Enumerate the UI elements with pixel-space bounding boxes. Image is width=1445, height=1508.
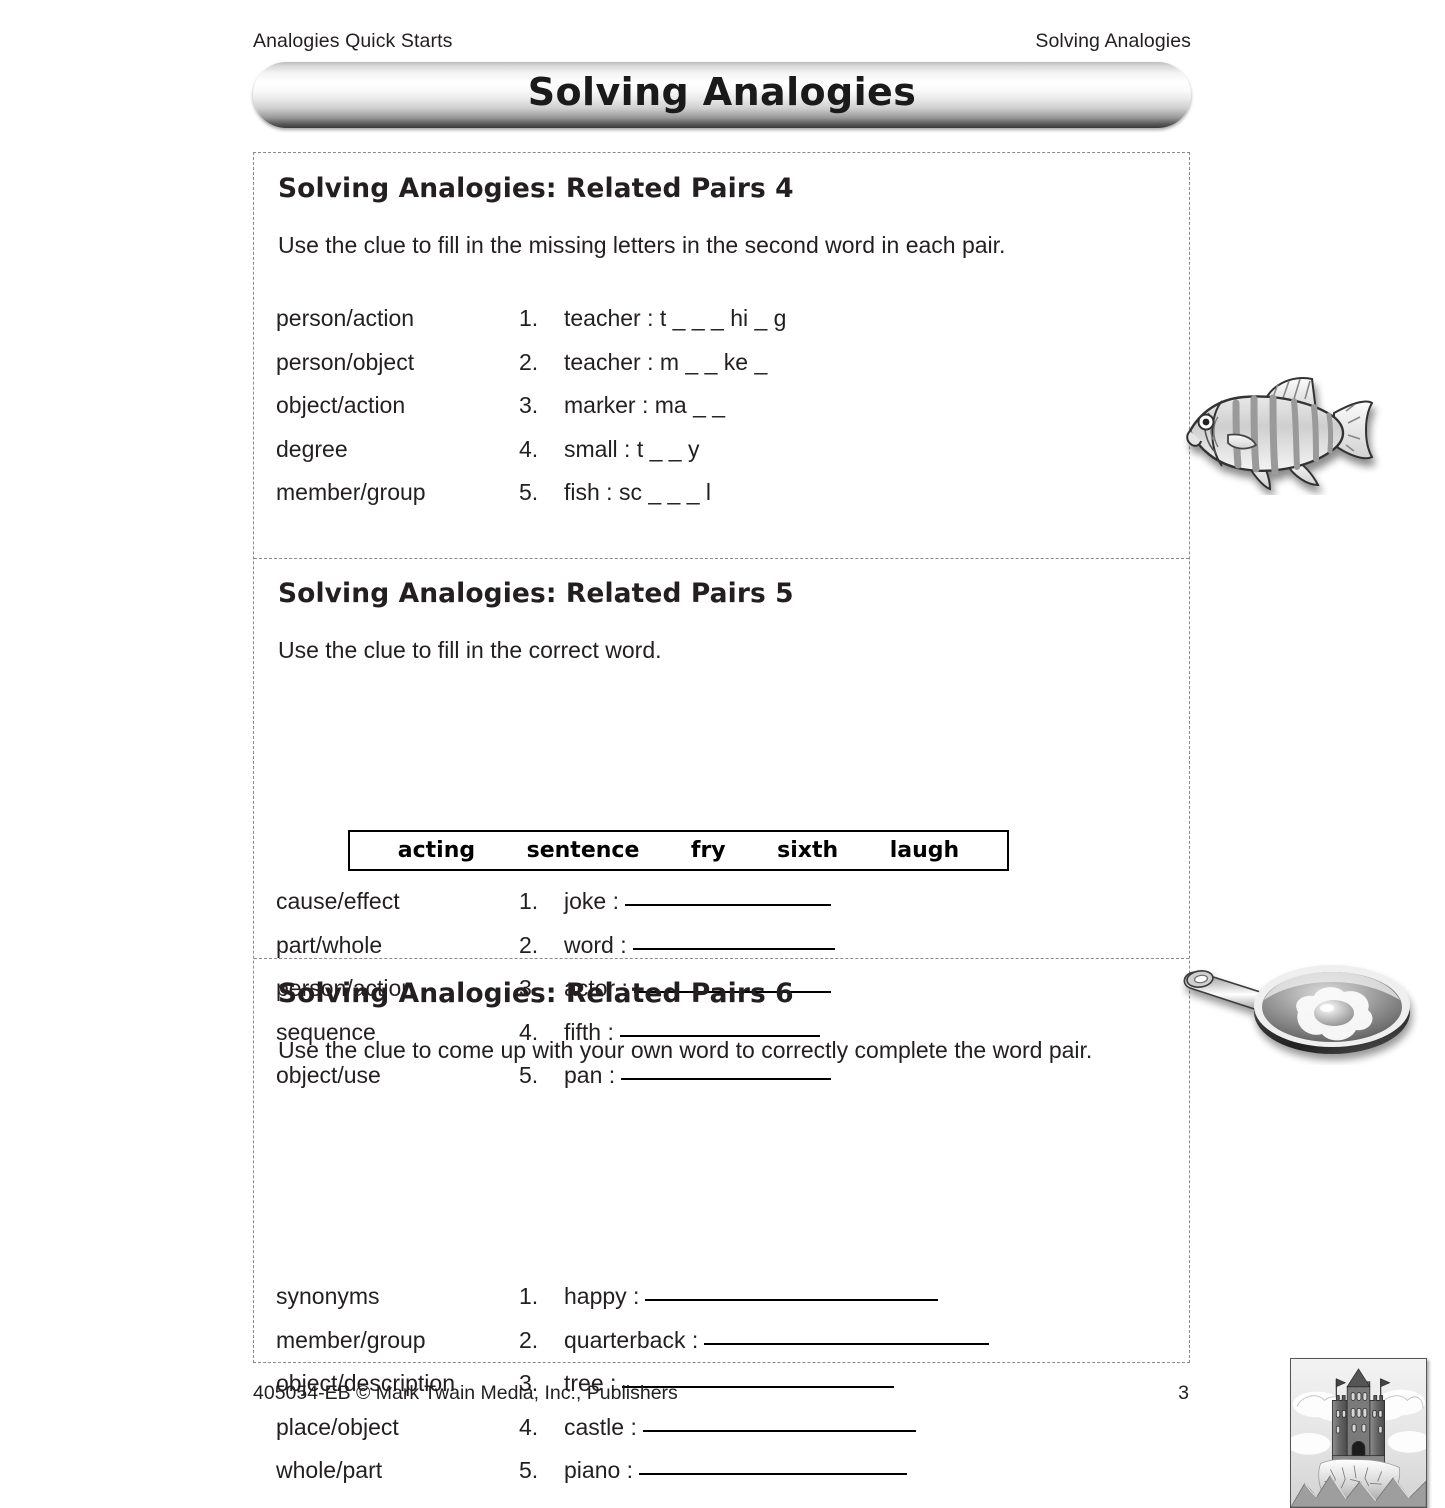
word-bank-item[interactable]: sentence: [527, 838, 640, 863]
running-head-left: Analogies Quick Starts: [253, 30, 453, 52]
running-head-right: Solving Analogies: [1035, 30, 1191, 52]
item-prompt[interactable]: small : t _ _ y: [564, 436, 699, 463]
item-prompt[interactable]: teacher : t _ _ _ hi _ g: [564, 305, 786, 332]
item-number: 4.: [519, 435, 539, 462]
item-number: 2.: [519, 1326, 539, 1353]
clue-label: member/group: [276, 1326, 426, 1353]
exercise-list-4: person/action 1. teacher : t _ _ _ hi _ …: [276, 305, 1176, 523]
item-prompt: castle :: [564, 1414, 916, 1441]
item-prompt: quarterback :: [564, 1326, 990, 1354]
word-bank-item[interactable]: laugh: [890, 838, 959, 863]
clue-label: object/action: [276, 392, 406, 418]
item-prompt: joke :: [564, 888, 831, 915]
word-bank-item[interactable]: sixth: [777, 838, 838, 863]
item-prompt-text: happy :: [564, 1283, 640, 1309]
section-title: Solving Analogies: Related Pairs 5: [278, 578, 794, 609]
answer-blank[interactable]: [704, 1342, 990, 1345]
item-number: 1.: [519, 305, 539, 331]
clue-label: synonyms: [276, 1283, 380, 1309]
exercise-row: object/action 3. marker : ma _ _: [276, 392, 1176, 436]
clue-label: cause/effect: [276, 888, 400, 914]
section-instruction: Use the clue to come up with your own wo…: [278, 1037, 1093, 1063]
section-instruction: Use the clue to fill in the missing lett…: [278, 232, 1006, 258]
exercise-row: whole/part 5. piano :: [276, 1457, 1176, 1501]
item-prompt-text: piano :: [564, 1457, 634, 1483]
clue-label: whole/part: [276, 1457, 383, 1483]
item-prompt-text: pan :: [564, 1062, 616, 1088]
answer-blank[interactable]: [632, 947, 835, 950]
section-related-pairs-5: Solving Analogies: Related Pairs 5 Use t…: [254, 558, 1410, 1088]
worksheet-frame: Solving Analogies: Related Pairs 4 Use t…: [253, 152, 1427, 1508]
clue-label: part/whole: [276, 931, 383, 958]
page-title: Solving Analogies: [527, 70, 917, 114]
section-related-pairs-4: Solving Analogies: Related Pairs 4 Use t…: [254, 153, 1374, 505]
exercise-row: place/object 4. castle :: [276, 1414, 1176, 1458]
answer-blank[interactable]: [624, 904, 831, 906]
clue-label: member/group: [276, 479, 426, 505]
exercise-row: member/group 2. quarterback :: [276, 1327, 1176, 1371]
worksheet-page: Analogies Quick Starts Solving Analogies…: [0, 0, 1445, 1508]
item-number: 5.: [519, 1457, 539, 1483]
fish-clipart-icon: [1166, 365, 1396, 495]
item-prompt-text: joke :: [564, 888, 619, 914]
item-number: 5.: [519, 1062, 539, 1088]
exercise-row: object/use 5. pan :: [276, 1062, 1176, 1106]
item-prompt[interactable]: marker : ma _ _: [564, 392, 725, 419]
page-title-banner: Solving Analogies: [253, 62, 1191, 128]
item-number: 1.: [519, 888, 539, 914]
item-prompt: word :: [564, 932, 835, 959]
item-prompt[interactable]: teacher : m _ _ ke _: [564, 349, 767, 376]
item-number: 2.: [519, 931, 539, 958]
section-instruction: Use the clue to fill in the correct word…: [278, 637, 662, 663]
item-number: 5.: [519, 479, 539, 505]
answer-blank[interactable]: [642, 1429, 916, 1432]
word-bank-item[interactable]: fry: [691, 838, 726, 863]
exercise-row: member/group 5. fish : sc _ _ _ l: [276, 479, 1176, 523]
item-prompt: piano :: [564, 1457, 908, 1484]
running-head: Analogies Quick Starts Solving Analogies: [253, 30, 1191, 53]
castle-clipart-icon: [1290, 1358, 1427, 1508]
item-prompt-text: quarterback :: [564, 1326, 699, 1353]
item-prompt-text: word :: [564, 931, 627, 958]
item-prompt-text: castle :: [564, 1413, 637, 1440]
page-number: 3: [1178, 1382, 1189, 1404]
clue-label: object/use: [276, 1062, 381, 1088]
item-number: 2.: [519, 348, 539, 375]
item-prompt[interactable]: fish : sc _ _ _ l: [564, 479, 711, 506]
item-number: 4.: [519, 1413, 539, 1440]
exercise-row: cause/effect 1. joke :: [276, 888, 1176, 932]
section-title: Solving Analogies: Related Pairs 4: [278, 173, 794, 204]
item-number: 3.: [519, 392, 539, 418]
clue-label: degree: [276, 435, 348, 462]
item-number: 1.: [519, 1283, 539, 1309]
clue-label: person/object: [276, 348, 415, 375]
copyright-credit: 405054-EB © Mark Twain Media, Inc., Publ…: [253, 1382, 678, 1404]
frying-pan-clipart-icon: [1174, 950, 1419, 1065]
answer-blank[interactable]: [621, 1078, 832, 1080]
clue-label: place/object: [276, 1413, 399, 1440]
section-related-pairs-6: Solving Analogies: Related Pairs 6 Use t…: [254, 958, 1427, 1508]
answer-blank[interactable]: [639, 1473, 908, 1475]
answer-blank[interactable]: [645, 1299, 939, 1301]
item-prompt: happy :: [564, 1283, 939, 1310]
exercise-row: person/action 1. teacher : t _ _ _ hi _ …: [276, 305, 1176, 349]
word-bank: acting sentence fry sixth laugh: [348, 830, 1009, 871]
exercise-row: person/object 2. teacher : m _ _ ke _: [276, 349, 1176, 393]
exercise-row: degree 4. small : t _ _ y: [276, 436, 1176, 480]
page-footer: 405054-EB © Mark Twain Media, Inc., Publ…: [253, 1382, 1191, 1405]
exercise-row: synonyms 1. happy :: [276, 1283, 1176, 1327]
item-prompt: pan :: [564, 1062, 832, 1089]
word-bank-item[interactable]: acting: [398, 838, 475, 863]
clue-label: person/action: [276, 305, 415, 331]
section-title: Solving Analogies: Related Pairs 6: [278, 978, 794, 1009]
